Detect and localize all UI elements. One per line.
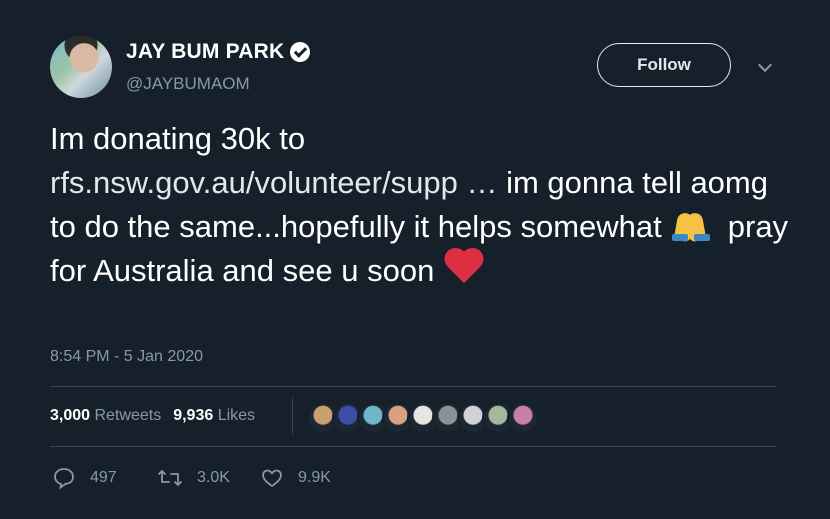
likes-stat[interactable]: 9,936 Likes (173, 407, 255, 425)
chevron-down-icon[interactable] (757, 57, 773, 73)
author-name-row[interactable]: JAY BUM PARK (126, 40, 311, 64)
red-heart-emoji-icon (442, 249, 486, 289)
heart-icon (262, 469, 282, 488)
stats-separator (292, 397, 293, 435)
retweet-icon (158, 470, 182, 486)
tweet-body: rfs.nsw.gov.au/volunteer/supp … im gonna… (50, 161, 790, 293)
tweet-link[interactable]: rfs.nsw.gov.au/volunteer/supp … (50, 165, 497, 200)
tweet-stats: 3,000 Retweets 9,936 Likes (50, 407, 255, 425)
liker-avatar[interactable] (507, 402, 539, 434)
tweet-line-1: Im donating 30k to (50, 121, 306, 156)
tweet-text: Im donating 30k to rfs.nsw.gov.au/volunt… (50, 117, 790, 293)
folded-hands-emoji-icon (668, 211, 714, 243)
reply-icon (54, 468, 74, 490)
reply-action[interactable]: 497 (52, 466, 117, 490)
retweet-action[interactable]: 3.0K (157, 466, 230, 490)
like-action[interactable]: 9.9K (260, 466, 331, 490)
follow-button-label: Follow (637, 55, 691, 74)
tweet-timestamp[interactable]: 8:54 PM - 5 Jan 2020 (50, 348, 203, 366)
follow-button[interactable]: Follow (597, 43, 731, 87)
divider-bottom (50, 446, 777, 447)
reply-count: 497 (90, 469, 117, 486)
liker-avatars (307, 402, 539, 434)
divider-top (50, 386, 777, 387)
retweets-stat[interactable]: 3,000 Retweets (50, 407, 161, 425)
verified-badge-icon (290, 42, 311, 62)
retweet-count: 3.0K (197, 469, 230, 486)
author-avatar[interactable] (50, 36, 112, 98)
author-handle[interactable]: @JAYBUMAOM (126, 74, 250, 94)
author-name[interactable]: JAY BUM PARK (126, 40, 284, 64)
like-count: 9.9K (298, 469, 331, 486)
